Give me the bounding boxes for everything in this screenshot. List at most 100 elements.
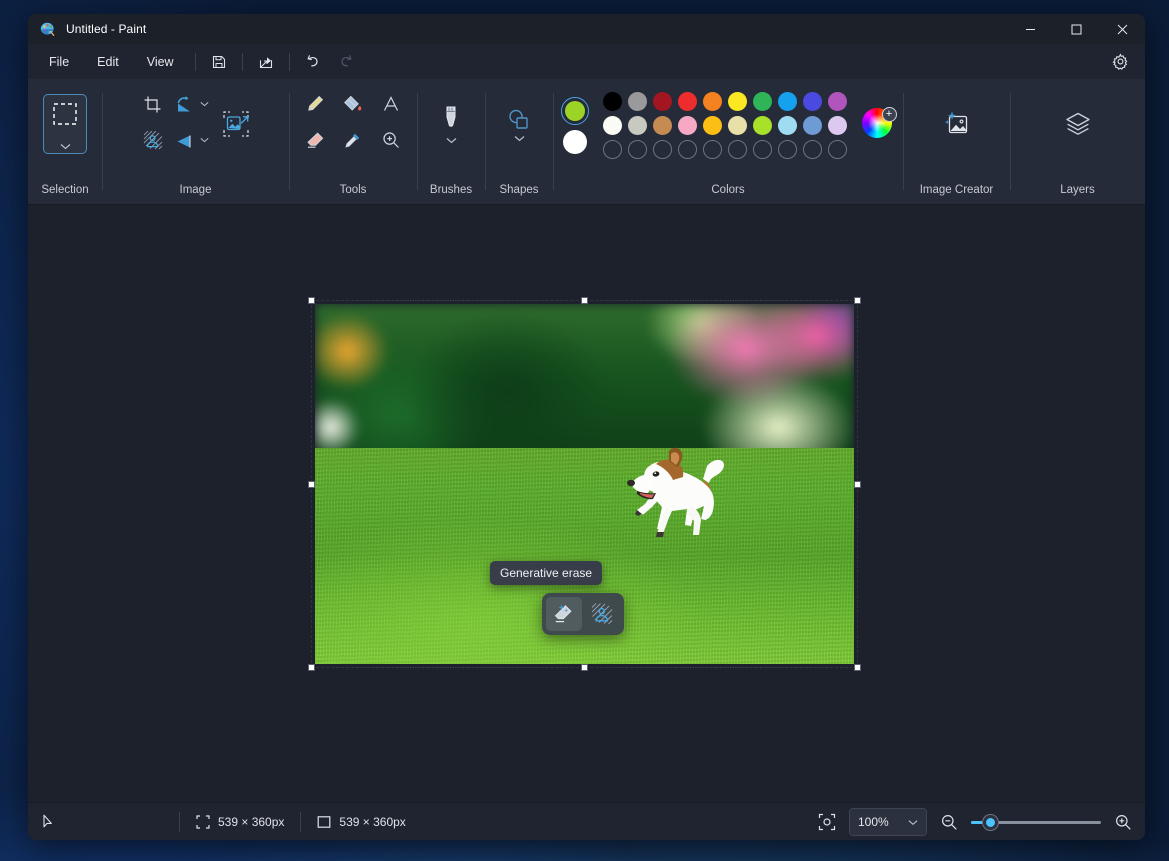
selection-handle-nw[interactable] [308, 297, 315, 304]
menu-edit[interactable]: Edit [84, 50, 132, 74]
color-swatch-row2-7[interactable] [778, 116, 797, 135]
color-swatch-row2-6[interactable] [753, 116, 772, 135]
zoom-level-select[interactable]: 100% [849, 808, 927, 836]
remove-background-icon[interactable] [584, 597, 620, 631]
undo-icon[interactable] [296, 48, 330, 76]
layers-icon[interactable] [1056, 102, 1100, 146]
color-swatch-row2-4[interactable] [703, 116, 722, 135]
ribbon-group-brushes: Brushes [417, 79, 485, 204]
chevron-down-icon[interactable] [514, 135, 525, 142]
selection-rect-icon [52, 102, 78, 126]
color-swatch-row1-6[interactable] [753, 92, 772, 111]
shapes-button[interactable] [499, 93, 539, 155]
color-swatch-empty-7[interactable] [778, 140, 797, 159]
remove-background-icon[interactable] [136, 125, 170, 155]
menu-bar: File Edit View [28, 44, 1145, 79]
group-label-image: Image [102, 184, 289, 196]
eyedropper-icon[interactable] [336, 125, 370, 155]
resize-image-icon[interactable] [216, 104, 256, 144]
color-swatch-empty-4[interactable] [703, 140, 722, 159]
color-swatch-empty-5[interactable] [728, 140, 747, 159]
menu-divider-3 [289, 53, 290, 71]
share-icon[interactable] [249, 48, 283, 76]
eraser-icon[interactable] [298, 125, 332, 155]
magnifier-icon[interactable] [374, 125, 408, 155]
group-label-image-creator: Image Creator [903, 184, 1010, 196]
save-icon[interactable] [202, 48, 236, 76]
menu-divider-1 [195, 53, 196, 71]
color-swatch-empty-8[interactable] [803, 140, 822, 159]
zoom-slider-thumb[interactable] [983, 815, 998, 830]
color-swatch-row1-5[interactable] [728, 92, 747, 111]
flip-icon[interactable] [174, 125, 218, 155]
ribbon-group-selection: Selection [28, 79, 102, 204]
chevron-down-icon[interactable] [200, 137, 209, 143]
selection-handle-sw[interactable] [308, 664, 315, 671]
selection-size-indicator: 539 × 360px [180, 803, 300, 841]
color-swatch-empty-0[interactable] [603, 140, 622, 159]
color-swatch-row1-7[interactable] [778, 92, 797, 111]
paint-bucket-icon[interactable] [336, 89, 370, 119]
color-swatch-row2-1[interactable] [628, 116, 647, 135]
chevron-down-icon[interactable] [446, 137, 457, 144]
color-swatch-empty-2[interactable] [653, 140, 672, 159]
image-creator-sparkle-icon[interactable] [935, 102, 979, 146]
color-swatch-grid[interactable] [601, 90, 850, 161]
selection-handle-se[interactable] [854, 664, 861, 671]
zoom-in-icon[interactable] [1109, 808, 1137, 836]
chevron-down-icon [908, 819, 918, 826]
color-swatch-row1-8[interactable] [803, 92, 822, 111]
color-swatch-row2-5[interactable] [728, 116, 747, 135]
color-swatch-row1-0[interactable] [603, 92, 622, 111]
selection-handle-e[interactable] [854, 481, 861, 488]
color-swatch-row1-2[interactable] [653, 92, 672, 111]
chevron-down-icon[interactable] [200, 101, 209, 107]
selection-handle-w[interactable] [308, 481, 315, 488]
color-swatch-row2-0[interactable] [603, 116, 622, 135]
color-swatch-row1-1[interactable] [628, 92, 647, 111]
color-swatch-empty-9[interactable] [828, 140, 847, 159]
pencil-icon[interactable] [298, 89, 332, 119]
rotate-icon[interactable] [174, 89, 218, 119]
crop-icon[interactable] [136, 89, 170, 119]
color-swatch-row2-3[interactable] [678, 116, 697, 135]
settings-gear-icon[interactable] [1105, 47, 1135, 75]
selection-handle-ne[interactable] [854, 297, 861, 304]
color-swatch-empty-3[interactable] [678, 140, 697, 159]
chevron-down-icon[interactable] [60, 143, 71, 150]
window-title: Untitled - Paint [66, 22, 146, 36]
color-swatch-row1-4[interactable] [703, 92, 722, 111]
selection-handle-s[interactable] [581, 664, 588, 671]
color-swatch-empty-6[interactable] [753, 140, 772, 159]
secondary-color-swatch[interactable] [563, 130, 587, 154]
primary-color-swatch[interactable] [561, 97, 589, 125]
zoom-slider[interactable] [971, 812, 1101, 832]
selection-tool-button[interactable] [43, 94, 87, 154]
color-swatch-row2-2[interactable] [653, 116, 672, 135]
color-swatch-empty-1[interactable] [628, 140, 647, 159]
menu-view[interactable]: View [134, 50, 187, 74]
image-size-icon [317, 815, 331, 829]
selection-size-icon [196, 815, 210, 829]
color-swatch-row1-9[interactable] [828, 92, 847, 111]
color-wheel-button[interactable]: + [862, 108, 896, 142]
zoom-out-icon[interactable] [935, 808, 963, 836]
maximize-button[interactable] [1053, 14, 1099, 44]
minimize-button[interactable] [1007, 14, 1053, 44]
add-color-icon[interactable]: + [882, 107, 897, 122]
color-swatch-row2-8[interactable] [803, 116, 822, 135]
group-label-tools: Tools [289, 184, 417, 196]
brush-icon [439, 105, 463, 135]
color-swatch-row2-9[interactable] [828, 116, 847, 135]
generative-erase-icon[interactable] [546, 597, 582, 631]
close-button[interactable] [1099, 14, 1145, 44]
ribbon-group-colors: + Colors [553, 79, 903, 204]
canvas-area[interactable]: Generative erase [28, 205, 1145, 802]
brushes-button[interactable] [431, 93, 471, 155]
selection-handle-n[interactable] [581, 297, 588, 304]
text-a-icon[interactable] [374, 89, 408, 119]
fit-to-screen-icon[interactable] [813, 808, 841, 836]
current-colors [561, 97, 589, 154]
color-swatch-row1-3[interactable] [678, 92, 697, 111]
menu-file[interactable]: File [36, 50, 82, 74]
